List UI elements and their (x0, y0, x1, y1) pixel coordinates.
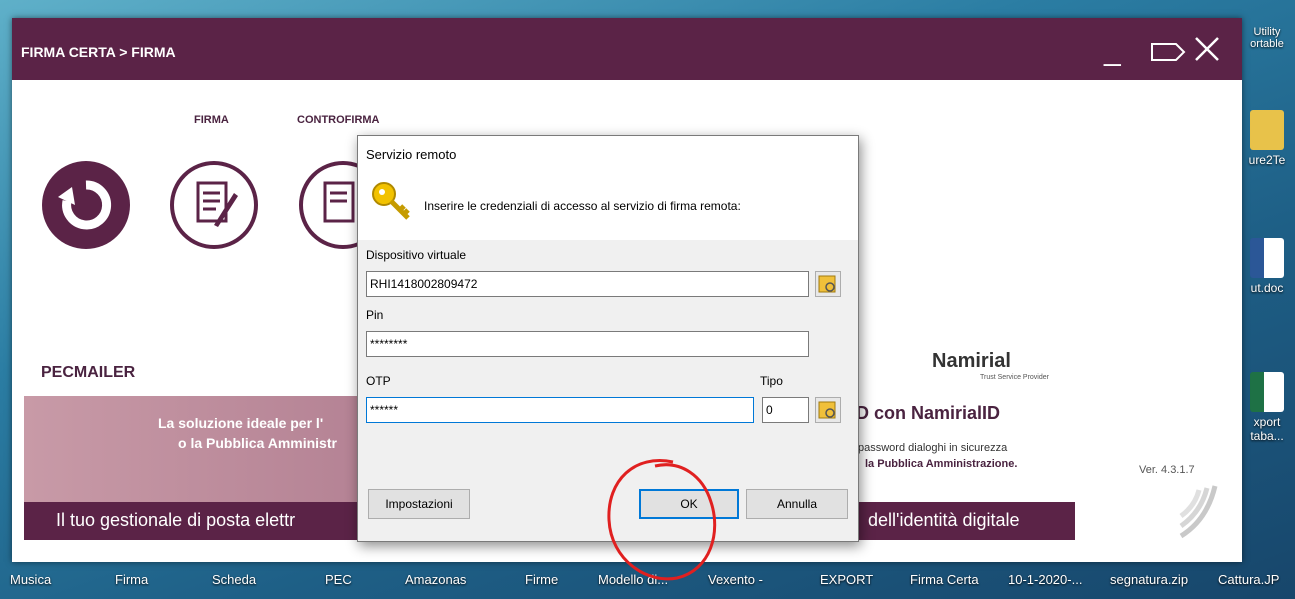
desktop-icon-label[interactable]: Firme (525, 572, 558, 587)
otp-field[interactable]: ****** (366, 397, 754, 423)
pin-field[interactable]: ******** (366, 331, 809, 357)
settings-button[interactable]: Impostazioni (368, 489, 470, 519)
desktop-icon-label[interactable]: segnatura.zip (1110, 572, 1188, 587)
key-icon (372, 182, 410, 220)
tab-firma[interactable]: FIRMA (194, 114, 229, 126)
desktop-icon-label[interactable]: 10-1-2020-... (1008, 572, 1082, 587)
promo-strip-text: Il tuo gestionale di posta elettr (56, 510, 296, 530)
refresh-icon (58, 180, 112, 230)
device-browse-button[interactable] (815, 271, 841, 297)
device-field[interactable]: RHI1418002809472 (366, 271, 809, 297)
namirial-id-heading: D con NamirialID (856, 403, 1001, 423)
desktop-icon-label: ure2Te (1248, 153, 1286, 167)
pin-label: Pin (366, 308, 384, 322)
desktop-icon-label: Utility (1253, 26, 1281, 38)
title-bar[interactable]: FIRMA CERTA > FIRMA _ (12, 18, 1242, 80)
desktop-icon-label[interactable]: Firma (115, 572, 148, 587)
desktop-icon-word-doc[interactable]: ut.doc (1240, 238, 1294, 295)
firma-button[interactable] (170, 161, 258, 249)
close-icon[interactable] (1192, 34, 1222, 70)
promo-text: la Pubblica Amministrazione. (865, 458, 1018, 470)
swoosh-logo (1179, 485, 1218, 539)
folder-icon (1250, 110, 1284, 150)
desktop-icon-file[interactable]: ure2Te (1240, 110, 1294, 167)
device-label: Dispositivo virtuale (366, 248, 467, 262)
red-annotation-circle (607, 459, 717, 581)
desktop-icon-label: taba... (1250, 429, 1284, 443)
tipo-field[interactable]: 0 (762, 397, 809, 423)
maximize-icon[interactable] (1150, 38, 1186, 68)
pecmailer-logo: PECMAILER (41, 364, 136, 381)
desktop-icon-label[interactable]: Cattura.JP (1218, 572, 1279, 587)
promo-strip-text: dell'identità digitale (868, 510, 1020, 530)
dialog-title: Servizio remoto (366, 147, 457, 162)
browse-icon (818, 275, 836, 293)
dialog-message: Inserire le credenziali di accesso al se… (424, 199, 741, 213)
desktop-icon-label[interactable]: Amazonas (405, 572, 466, 587)
browse-icon (818, 401, 836, 419)
desktop-icon-utility[interactable]: Utility ortable (1240, 26, 1294, 50)
excel-icon (1250, 372, 1284, 412)
sign-document-icon (196, 181, 238, 227)
desktop-icon-label[interactable]: PEC (325, 572, 352, 587)
desktop-icon-label[interactable]: Firma Certa (910, 572, 979, 587)
desktop-icon-label[interactable]: EXPORT (820, 572, 873, 587)
desktop-icon-label: xport (1253, 415, 1281, 429)
refresh-button[interactable] (42, 161, 130, 249)
version-label: Ver. 4.3.1.7 (1139, 464, 1195, 476)
banner-text: o la Pubblica Amministr (178, 435, 337, 451)
desktop-icon-excel-export[interactable]: xport taba... (1240, 372, 1294, 443)
window-title: FIRMA CERTA > FIRMA (21, 44, 176, 60)
desktop-icon-label[interactable]: Scheda (212, 572, 256, 587)
desktop-icon-label: ortable (1250, 38, 1284, 50)
cancel-button[interactable]: Annulla (746, 489, 848, 519)
dialog-header: Servizio remoto Inserire le credenziali … (358, 136, 858, 240)
promo-text: password dialoghi in sicurezza (858, 442, 1008, 454)
namirial-logo: Namirial (932, 350, 1011, 372)
word-icon (1250, 238, 1284, 278)
desktop-icon-label[interactable]: Musica (10, 572, 51, 587)
tipo-browse-button[interactable] (815, 397, 841, 423)
minimize-icon[interactable]: _ (1104, 36, 1121, 66)
desktop-icon-label: ut.doc (1250, 281, 1284, 295)
tab-controfirma[interactable]: CONTROFIRMA (297, 114, 380, 126)
namirial-subtitle: Trust Service Provider (980, 374, 1049, 381)
otp-label: OTP (366, 374, 391, 388)
banner-text: La soluzione ideale per l' (158, 415, 324, 431)
tipo-label: Tipo (760, 374, 783, 388)
